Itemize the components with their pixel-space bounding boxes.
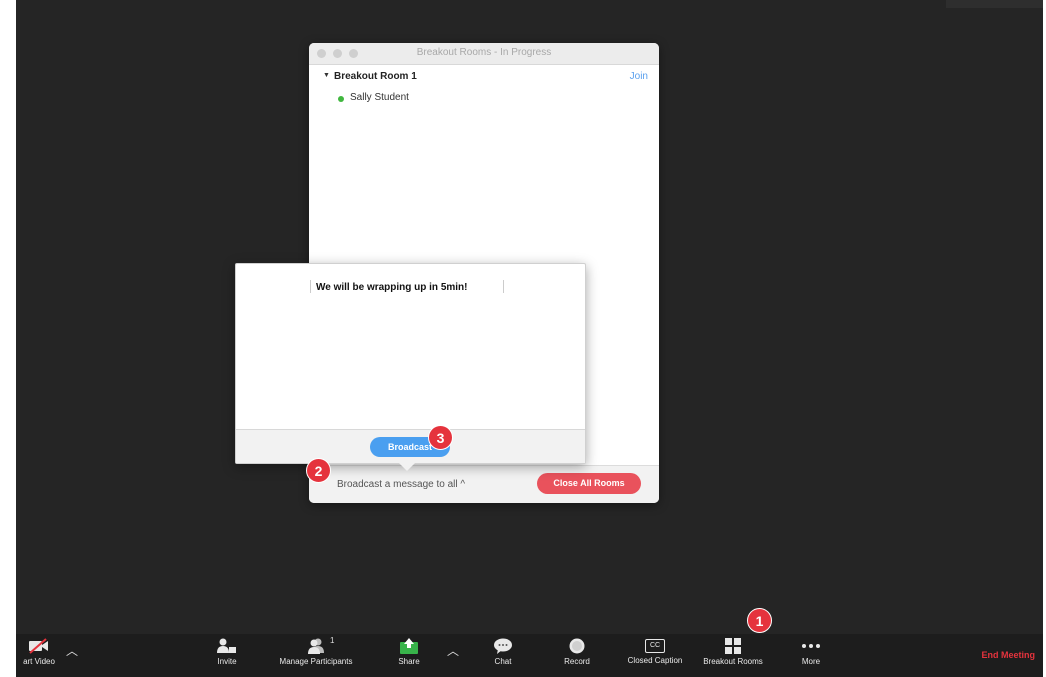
manage-participants-label: Manage Participants <box>279 657 353 666</box>
window-title: Breakout Rooms - In Progress <box>416 47 552 58</box>
breakout-rooms-label: Breakout Rooms <box>703 657 763 666</box>
participant-count: 1 <box>330 636 335 645</box>
participants-icon-wrap: 1 <box>266 636 366 654</box>
closed-caption-button[interactable]: CC Closed Caption <box>618 638 692 665</box>
participant-name: Sally Student <box>350 92 409 103</box>
breakout-footer: Broadcast a message to all ^ Close All R… <box>309 465 659 503</box>
online-status-icon <box>338 96 344 102</box>
broadcast-popup: We will be wrapping up in 5min! Broadcas… <box>235 263 586 471</box>
more-button[interactable]: More <box>796 638 826 666</box>
join-room-link[interactable]: Join <box>630 71 648 82</box>
start-video-button[interactable]: art Video <box>14 638 64 666</box>
step-badge-3: 3 <box>428 425 453 450</box>
breakout-rooms-icon <box>725 638 741 654</box>
invite-button[interactable]: Invite <box>212 638 242 666</box>
participants-icon <box>308 638 324 654</box>
breakout-rooms-button[interactable]: Breakout Rooms <box>698 638 768 666</box>
expand-caret-icon[interactable]: ▼ <box>323 72 330 79</box>
window-titlebar: Breakout Rooms - In Progress <box>309 43 659 65</box>
invite-label: Invite <box>217 657 237 666</box>
share-screen-icon <box>400 638 418 654</box>
top-bar-remnant <box>946 0 1043 8</box>
record-label: Record <box>564 657 590 666</box>
chat-button[interactable]: Chat <box>488 638 518 666</box>
chat-label: Chat <box>494 657 512 666</box>
close-all-rooms-button[interactable]: Close All Rooms <box>537 473 641 494</box>
start-video-label: art Video <box>23 657 55 666</box>
participant-item: Sally Student <box>309 89 659 109</box>
record-icon <box>569 638 585 654</box>
text-cursor-left <box>310 280 311 293</box>
video-options-caret-icon[interactable]: ︿ <box>66 642 78 659</box>
more-label: More <box>801 657 821 666</box>
manage-participants-button[interactable]: 1 Manage Participants <box>266 636 366 666</box>
share-label: Share <box>398 657 420 666</box>
chat-icon <box>494 638 512 654</box>
broadcast-message-input[interactable]: We will be wrapping up in 5min! <box>316 282 468 293</box>
breakout-room-row[interactable]: ▼ Breakout Room 1 Join <box>309 65 659 89</box>
more-dots-icon <box>802 644 820 648</box>
record-button[interactable]: Record <box>559 638 595 666</box>
meeting-toolbar: art Video ︿ Invite 1 Manage Participants <box>16 634 1043 677</box>
share-button[interactable]: Share <box>394 638 424 666</box>
room-name: Breakout Room 1 <box>334 71 417 82</box>
step-badge-2: 2 <box>306 458 331 483</box>
popup-pointer-arrow <box>399 463 415 471</box>
text-cursor-right <box>503 280 504 293</box>
end-meeting-button[interactable]: End Meeting <box>982 650 1036 660</box>
step-badge-1: 1 <box>747 608 772 633</box>
cc-icon: CC <box>645 639 665 653</box>
broadcast-popup-footer: Broadcast <box>236 429 585 463</box>
closed-caption-label: Closed Caption <box>627 656 683 665</box>
invite-icon <box>217 638 236 653</box>
share-options-caret-icon[interactable]: ︿ <box>447 642 459 659</box>
video-off-icon <box>29 638 48 654</box>
broadcast-message-link[interactable]: Broadcast a message to all ^ <box>337 479 465 490</box>
